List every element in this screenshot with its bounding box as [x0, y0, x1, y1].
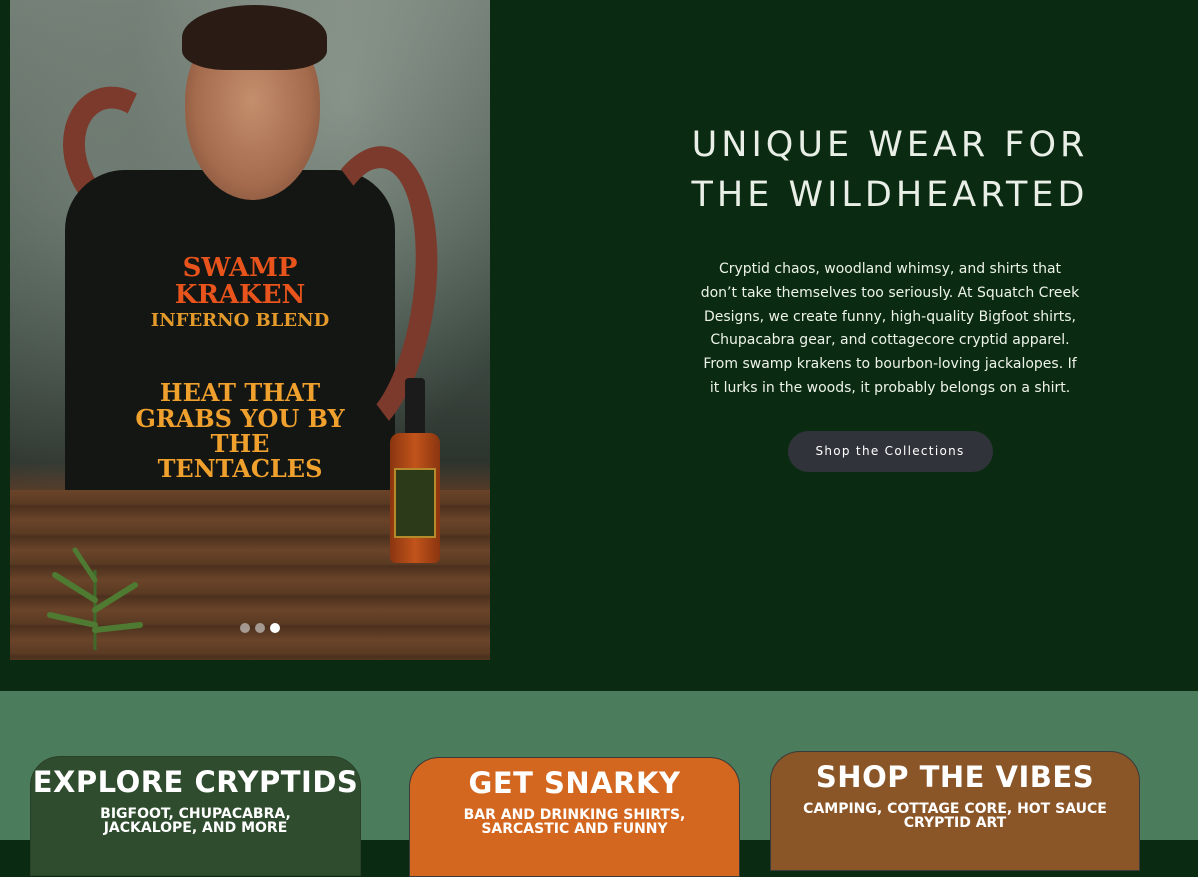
card-title: SHOP THE VIBES: [815, 760, 1095, 794]
hero-title-line1: UNIQUE WEAR FOR: [691, 125, 1089, 165]
shirt-print-line2: INFERNO BLEND: [150, 309, 330, 331]
shop-collections-button[interactable]: Shop the Collections: [787, 430, 993, 472]
hero-slider-image[interactable]: SWAMP KRAKEN INFERNO BLEND HEAT THAT GRA…: [10, 0, 490, 660]
hero-text-block: UNIQUE WEAR FOR THE WILDHEARTED Cryptid …: [690, 120, 1090, 472]
category-section: EXPLORE CRYPTIDS BIGFOOT, CHUPACABRA, JA…: [0, 691, 1198, 877]
slider-dot-3[interactable]: [270, 623, 280, 633]
slider-dot-2[interactable]: [255, 623, 265, 633]
shirt-print-line3: HEAT THAT GRABS YOU BY THE TENTACLES: [135, 378, 345, 484]
category-card-get-snarky[interactable]: GET SNARKY BAR AND DRINKING SHIRTS, SARC…: [409, 757, 740, 877]
card-title: GET SNARKY: [468, 766, 681, 800]
shirt-print-line1: SWAMP KRAKEN: [174, 253, 306, 311]
bottle-label: [394, 468, 436, 538]
plant-sprig: [47, 547, 143, 650]
card-subtitle: CAMPING, COTTAGE CORE, HOT SAUCE CRYPTID…: [803, 801, 1107, 831]
card-subtitle: BAR AND DRINKING SHIRTS, SARCASTIC AND F…: [463, 807, 686, 837]
model-hair: [182, 5, 327, 70]
slider-dots: [240, 623, 280, 633]
hero-title-line2: THE WILDHEARTED: [691, 175, 1089, 215]
bottle-neck: [405, 378, 425, 433]
hero-description: Cryptid chaos, woodland whimsy, and shir…: [700, 261, 1080, 396]
slider-dot-1[interactable]: [240, 623, 250, 633]
card-subtitle: BIGFOOT, CHUPACABRA, JACKALOPE, AND MORE: [100, 806, 291, 836]
hero-title: UNIQUE WEAR FOR THE WILDHEARTED: [690, 120, 1090, 220]
card-title: EXPLORE CRYPTIDS: [32, 765, 359, 799]
shirt-print: SWAMP KRAKEN INFERNO BLEND HEAT THAT GRA…: [130, 253, 350, 484]
hot-sauce-bottle: [390, 378, 440, 563]
category-card-explore-cryptids[interactable]: EXPLORE CRYPTIDS BIGFOOT, CHUPACABRA, JA…: [30, 756, 361, 876]
hero-section: SWAMP KRAKEN INFERNO BLEND HEAT THAT GRA…: [0, 0, 1198, 691]
category-card-shop-the-vibes[interactable]: SHOP THE VIBES CAMPING, COTTAGE CORE, HO…: [770, 751, 1140, 871]
